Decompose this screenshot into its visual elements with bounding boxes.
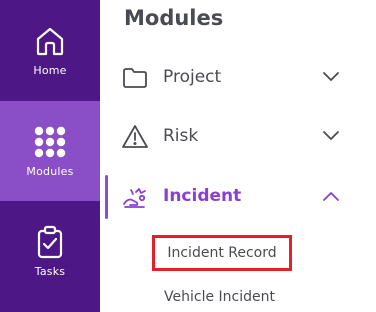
module-risk[interactable]: Risk	[100, 117, 376, 157]
chevron-up-icon[interactable]	[322, 189, 340, 203]
incident-icon	[123, 188, 146, 208]
subitem-vehicle-incident[interactable]: Vehicle Incident	[164, 289, 275, 305]
warning-icon	[122, 125, 148, 148]
modules-panel: Modules Project Risk Incident Incident R…	[100, 0, 376, 312]
nav-home-label: Home	[33, 63, 67, 77]
nav-tasks[interactable]: Tasks	[0, 201, 100, 301]
chevron-down-icon[interactable]	[322, 129, 340, 143]
module-project-label: Project	[163, 67, 222, 87]
nav-home[interactable]: Home	[0, 0, 100, 100]
module-incident-label: Incident	[163, 186, 242, 206]
grid-dots-icon	[34, 126, 66, 157]
left-nav-rail: Home Modules Tasks	[0, 0, 100, 312]
module-project[interactable]: Project	[100, 58, 376, 98]
nav-modules[interactable]: Modules	[0, 101, 100, 201]
home-icon	[36, 27, 64, 55]
module-incident[interactable]: Incident	[100, 177, 376, 217]
subitem-incident-record[interactable]: Incident Record	[152, 235, 292, 271]
folder-icon	[123, 68, 147, 88]
nav-tasks-label: Tasks	[34, 264, 66, 278]
panel-title: Modules	[124, 6, 224, 30]
chevron-down-icon[interactable]	[322, 70, 340, 84]
module-risk-label: Risk	[163, 126, 199, 146]
nav-modules-label: Modules	[26, 164, 74, 178]
clipboard-check-icon	[37, 225, 63, 258]
